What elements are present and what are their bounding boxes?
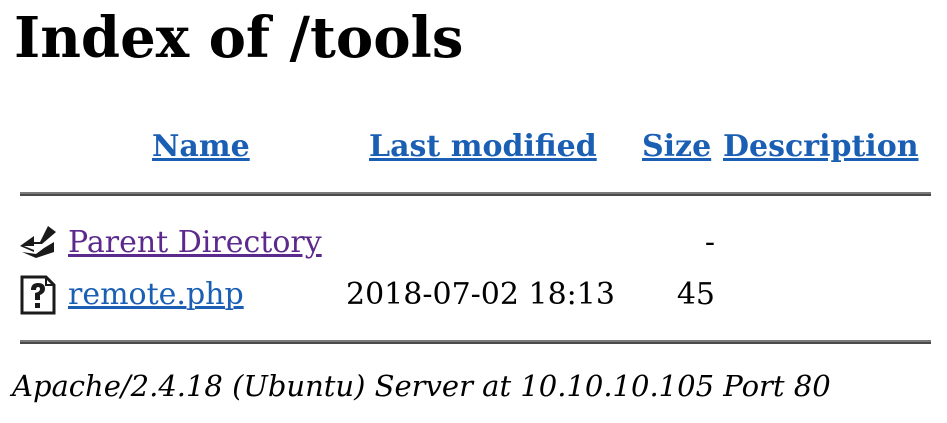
header-name: Name [152,127,250,167]
row-size: 45 [676,277,715,312]
row-size: - [704,225,715,260]
header-size: Size [642,127,711,167]
top-divider [20,192,931,196]
bottom-divider [20,340,931,344]
page-title: Index of /tools [14,5,464,71]
row-last-modified: 2018-07-02 18:13 [346,277,615,312]
sort-by-size-link[interactable]: Size [642,129,711,164]
table-row: Parent Directory - [0,219,947,269]
table-row: remote.php 2018-07-02 18:13 45 [0,271,947,321]
back-arrow-icon [20,226,56,258]
parent-directory-link[interactable]: Parent Directory [68,223,322,263]
header-description: Description [723,127,919,167]
sort-by-name-link[interactable]: Name [152,129,250,164]
header-last-modified: Last modified [369,127,597,167]
unknown-file-icon [20,275,56,315]
sort-by-description-link[interactable]: Description [723,129,919,164]
file-link-remote-php[interactable]: remote.php [68,275,244,315]
server-signature: Apache/2.4.18 (Ubuntu) Server at 10.10.1… [12,369,831,403]
sort-by-last-modified-link[interactable]: Last modified [369,129,597,164]
